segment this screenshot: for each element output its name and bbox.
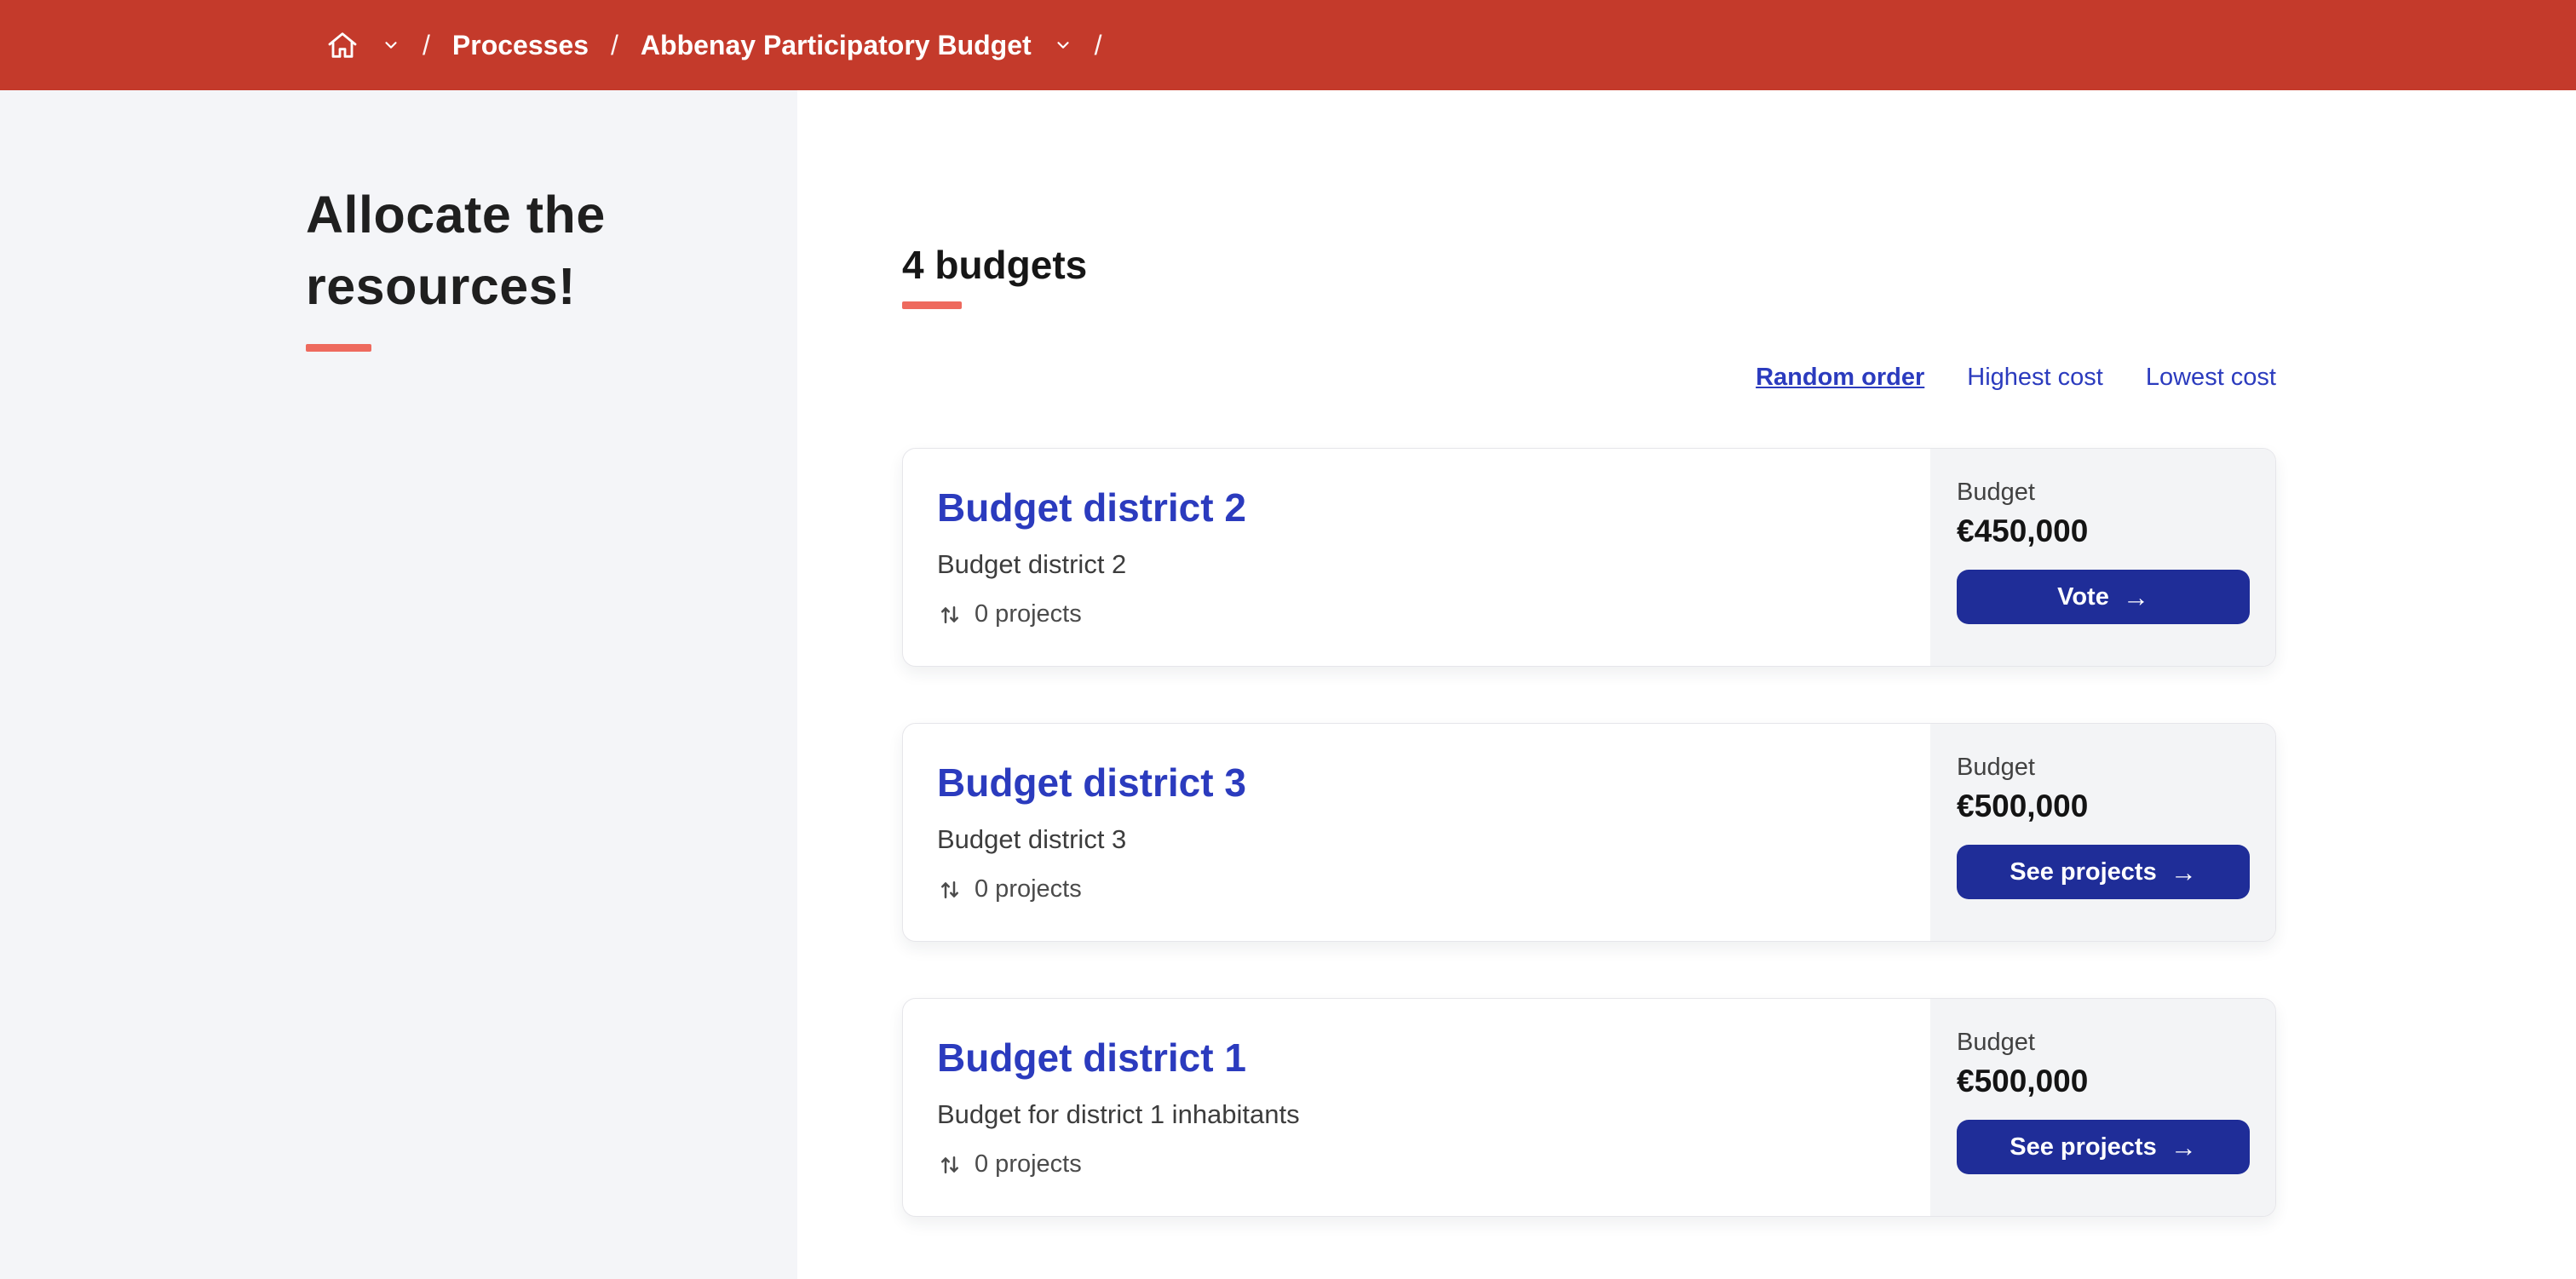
- main-content: 4 budgets Random order Highest cost Lowe…: [797, 90, 2576, 1279]
- title-accent-underline: [306, 344, 371, 353]
- projects-icon: [937, 602, 963, 628]
- breadcrumb: / Processes / Abbenay Participatory Budg…: [325, 28, 1102, 62]
- budget-meta: 0 projects: [937, 1150, 1913, 1179]
- page-title: Allocate the resources!: [306, 186, 606, 316]
- budget-title-link[interactable]: Budget district 1: [937, 1035, 1246, 1081]
- sidebar: Allocate the resources!: [0, 90, 797, 1279]
- budget-meta: 0 projects: [937, 600, 1913, 628]
- budget-description: Budget district 2: [937, 549, 1127, 579]
- breadcrumb-separator: /: [423, 29, 430, 60]
- budget-summary-panel: Budget €500,000 See projects →: [1930, 999, 2275, 1216]
- budget-amount: €500,000: [1957, 789, 2089, 823]
- budget-card-body: Budget district 2 Budget district 2 0 pr…: [903, 449, 1930, 666]
- projects-count: 0 projects: [975, 1150, 1082, 1178]
- see-projects-button[interactable]: See projects →: [1957, 1120, 2250, 1174]
- arrow-right-icon: →: [2122, 582, 2149, 612]
- button-label: Vote: [2057, 582, 2109, 611]
- budget-card-body: Budget district 1 Budget for district 1 …: [903, 999, 1930, 1216]
- breadcrumb-separator: /: [1094, 29, 1102, 60]
- chevron-down-icon[interactable]: [382, 36, 400, 54]
- budget-card: Budget district 3 Budget district 3 0 pr…: [902, 723, 2276, 942]
- chevron-down-icon[interactable]: [1054, 36, 1072, 54]
- budget-amount: €450,000: [1957, 513, 2089, 548]
- sort-highest-cost[interactable]: Highest cost: [1967, 364, 2103, 392]
- budget-label: Budget: [1957, 1029, 2035, 1056]
- budget-title-link[interactable]: Budget district 2: [937, 485, 1246, 531]
- budget-summary-panel: Budget €450,000 Vote →: [1930, 449, 2275, 666]
- arrow-right-icon: →: [2170, 1132, 2197, 1162]
- budget-meta: 0 projects: [937, 875, 1913, 903]
- sort-lowest-cost[interactable]: Lowest cost: [2146, 364, 2276, 392]
- button-label: See projects: [2010, 857, 2157, 886]
- sort-options: Random order Highest cost Lowest cost: [902, 364, 2276, 392]
- home-icon[interactable]: [325, 28, 359, 62]
- topbar: / Processes / Abbenay Participatory Budg…: [0, 0, 2576, 90]
- projects-icon: [937, 877, 963, 903]
- budget-summary-panel: Budget €500,000 See projects →: [1930, 724, 2275, 941]
- arrow-right-icon: →: [2170, 857, 2197, 887]
- sort-random-order[interactable]: Random order: [1756, 364, 1924, 392]
- budget-card-body: Budget district 3 Budget district 3 0 pr…: [903, 724, 1930, 941]
- vote-button[interactable]: Vote →: [1957, 570, 2250, 624]
- budget-amount: €500,000: [1957, 1064, 2089, 1098]
- see-projects-button[interactable]: See projects →: [1957, 845, 2250, 899]
- budget-label: Budget: [1957, 479, 2035, 506]
- breadcrumb-separator: /: [611, 29, 618, 60]
- projects-icon: [937, 1152, 963, 1178]
- breadcrumb-item-processes[interactable]: Processes: [452, 30, 589, 61]
- budget-card: Budget district 2 Budget district 2 0 pr…: [902, 448, 2276, 667]
- breadcrumb-item-process-title[interactable]: Abbenay Participatory Budget: [641, 30, 1032, 61]
- projects-count: 0 projects: [975, 600, 1082, 628]
- budget-description: Budget district 3: [937, 824, 1127, 854]
- budget-card: Budget district 1 Budget for district 1 …: [902, 998, 2276, 1217]
- budget-description: Budget for district 1 inhabitants: [937, 1099, 1300, 1129]
- budgets-count-heading: 4 budgets: [902, 243, 1088, 287]
- projects-count: 0 projects: [975, 875, 1082, 903]
- budget-title-link[interactable]: Budget district 3: [937, 760, 1246, 806]
- budget-label: Budget: [1957, 754, 2035, 781]
- heading-accent-underline: [902, 301, 962, 309]
- button-label: See projects: [2010, 1133, 2157, 1161]
